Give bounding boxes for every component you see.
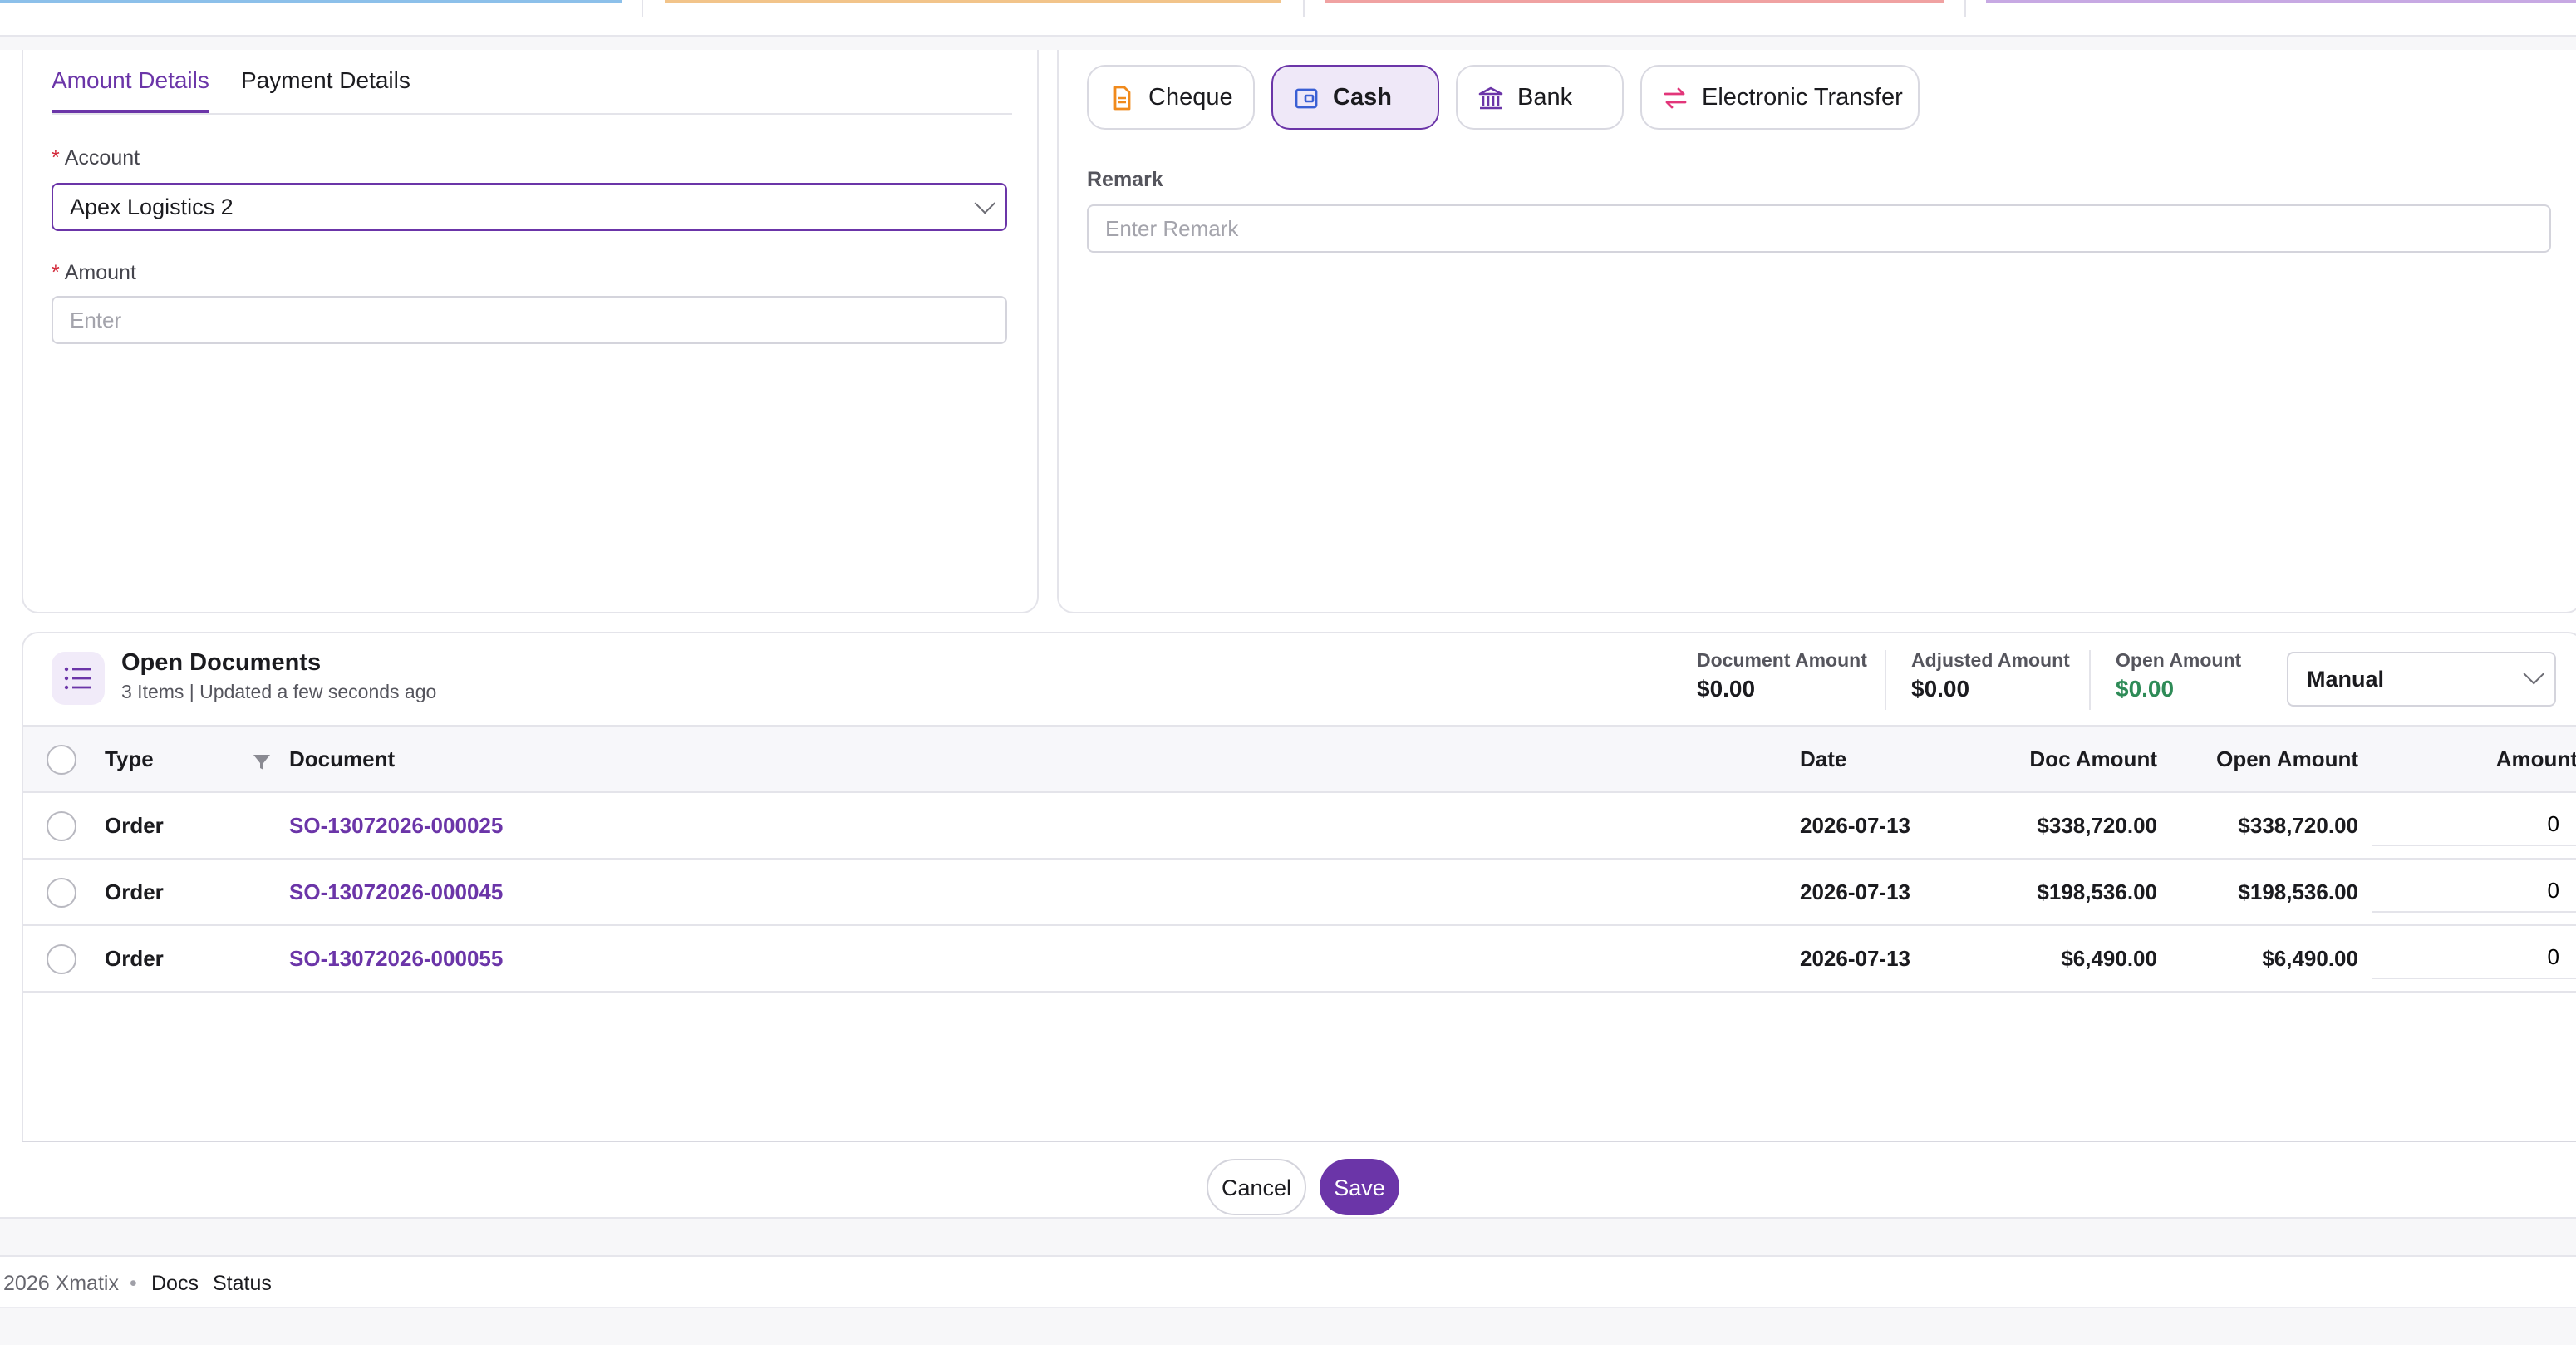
account-select[interactable]: Apex Logistics 2 — [52, 183, 1007, 231]
open-documents-header: Open Documents 3 Items | Updated a few s… — [23, 633, 2576, 727]
row-amount-input[interactable] — [2372, 803, 2576, 846]
required-mark: * — [52, 261, 60, 284]
column-open-amount: Open Amount — [2216, 746, 2358, 771]
row-document-link[interactable]: SO-13072026-000045 — [289, 879, 503, 904]
top-summary-strip — [0, 0, 2576, 37]
summary-document-amount: Document Amount $0.00 — [1697, 652, 1867, 702]
bank-label: Bank — [1517, 84, 1573, 111]
open-documents-panel: Open Documents 3 Items | Updated a few s… — [22, 632, 2576, 1142]
allocation-mode-select[interactable]: Manual — [2287, 652, 2556, 707]
bank-button[interactable]: Bank — [1456, 65, 1624, 130]
summary-label: Open Amount — [2116, 652, 2242, 672]
documents-table-header: Type Document Date Doc Amount Open Amoun… — [23, 727, 2576, 793]
summary-divider — [1885, 650, 1886, 710]
open-documents-title: Open Documents — [121, 650, 322, 677]
cheque-button[interactable]: Cheque — [1087, 65, 1255, 130]
filter-icon[interactable] — [253, 750, 271, 780]
cheque-label: Cheque — [1148, 84, 1233, 111]
row-doc-amount: $338,720.00 — [2037, 813, 2157, 838]
account-label: * Account — [52, 146, 140, 170]
footer: 2026 Xmatix • Docs Status — [0, 1255, 2576, 1308]
account-select-value: Apex Logistics 2 — [70, 195, 234, 219]
row-open-amount: $338,720.00 — [2238, 813, 2358, 838]
select-all-checkbox[interactable] — [47, 745, 76, 775]
row-type: Order — [105, 813, 164, 838]
strip-divider — [1964, 0, 1966, 17]
documents-bottom-border — [22, 1141, 2576, 1142]
row-checkbox[interactable] — [47, 944, 76, 974]
row-checkbox[interactable] — [47, 811, 76, 841]
column-date: Date — [1800, 746, 1847, 771]
summary-divider — [2089, 650, 2091, 710]
details-tabs: Amount Details Payment Details — [52, 50, 1012, 115]
row-date: 2026-07-13 — [1800, 946, 1910, 971]
summary-card-edge-blue — [0, 0, 622, 3]
row-amount-input[interactable] — [2372, 870, 2576, 913]
account-label-text: Account — [64, 146, 140, 170]
amount-label: * Amount — [52, 261, 136, 284]
amount-details-card: Amount Details Payment Details * Account … — [22, 50, 1039, 613]
amount-label-text: Amount — [64, 261, 136, 284]
cancel-button[interactable]: Cancel — [1207, 1159, 1306, 1215]
payment-method-card: Cheque Cash Bank Electronic Transfer Rem… — [1057, 50, 2576, 613]
amount-input[interactable] — [52, 296, 1007, 344]
table-row: Order SO-13072026-000025 2026-07-13 $338… — [23, 793, 2576, 860]
list-icon — [52, 652, 105, 705]
row-doc-amount: $6,490.00 — [2061, 946, 2157, 971]
electronic-transfer-button[interactable]: Electronic Transfer — [1640, 65, 1920, 130]
allocation-mode-value: Manual — [2307, 667, 2385, 692]
row-open-amount: $6,490.00 — [2262, 946, 2358, 971]
open-documents-subtitle: 3 Items | Updated a few seconds ago — [121, 683, 437, 703]
summary-value: $0.00 — [1697, 675, 1756, 702]
footer-status-link[interactable]: Status — [213, 1272, 272, 1295]
row-type: Order — [105, 879, 164, 904]
strip-divider — [642, 0, 643, 17]
summary-value: $0.00 — [1911, 675, 1970, 702]
page-canvas: Amount Details Payment Details * Account … — [0, 0, 2576, 1345]
summary-card-edge-red — [1325, 0, 1944, 3]
row-open-amount: $198,536.00 — [2238, 879, 2358, 904]
summary-open-amount: Open Amount $0.00 — [2116, 652, 2241, 702]
document-icon — [1109, 84, 1135, 111]
row-date: 2026-07-13 — [1800, 813, 1910, 838]
save-button[interactable]: Save — [1320, 1159, 1399, 1215]
row-date: 2026-07-13 — [1800, 879, 1910, 904]
transfer-arrows-icon — [1662, 84, 1689, 111]
wallet-icon — [1293, 84, 1320, 111]
chevron-down-icon — [974, 193, 995, 214]
column-type: Type — [105, 746, 154, 771]
tab-amount-details[interactable]: Amount Details — [52, 67, 209, 113]
row-doc-amount: $198,536.00 — [2037, 879, 2157, 904]
table-row: Order SO-13072026-000045 2026-07-13 $198… — [23, 860, 2576, 926]
summary-label: Document Amount — [1697, 652, 1867, 672]
remark-label: Remark — [1087, 168, 1163, 191]
row-amount-input[interactable] — [2372, 936, 2576, 979]
footer-copyright: 2026 Xmatix — [3, 1272, 119, 1295]
electronic-transfer-label: Electronic Transfer — [1702, 84, 1903, 111]
cash-label: Cash — [1333, 84, 1392, 111]
summary-value: $0.00 — [2116, 675, 2175, 702]
strip-divider — [1303, 0, 1305, 17]
row-document-link[interactable]: SO-13072026-000025 — [289, 813, 503, 838]
summary-adjusted-amount: Adjusted Amount $0.00 — [1911, 652, 2070, 702]
row-type: Order — [105, 946, 164, 971]
column-document: Document — [289, 746, 396, 771]
column-doc-amount: Doc Amount — [2029, 746, 2157, 771]
footer-docs-link[interactable]: Docs — [151, 1272, 199, 1295]
footer-separator: • — [130, 1272, 137, 1295]
summary-card-edge-orange — [665, 0, 1281, 3]
column-amount: Amount — [2495, 746, 2576, 771]
remark-input[interactable] — [1087, 204, 2551, 253]
chevron-down-icon — [2523, 663, 2544, 685]
cash-button[interactable]: Cash — [1271, 65, 1439, 130]
summary-card-edge-purple — [1986, 0, 2576, 3]
table-row: Order SO-13072026-000055 2026-07-13 $6,4… — [23, 926, 2576, 993]
row-checkbox[interactable] — [47, 878, 76, 908]
row-document-link[interactable]: SO-13072026-000055 — [289, 946, 503, 971]
bank-icon — [1477, 84, 1504, 111]
summary-label: Adjusted Amount — [1911, 652, 2070, 672]
tab-payment-details[interactable]: Payment Details — [241, 67, 410, 110]
main-content: Amount Details Payment Details * Account … — [0, 50, 2576, 1219]
required-mark: * — [52, 146, 60, 170]
